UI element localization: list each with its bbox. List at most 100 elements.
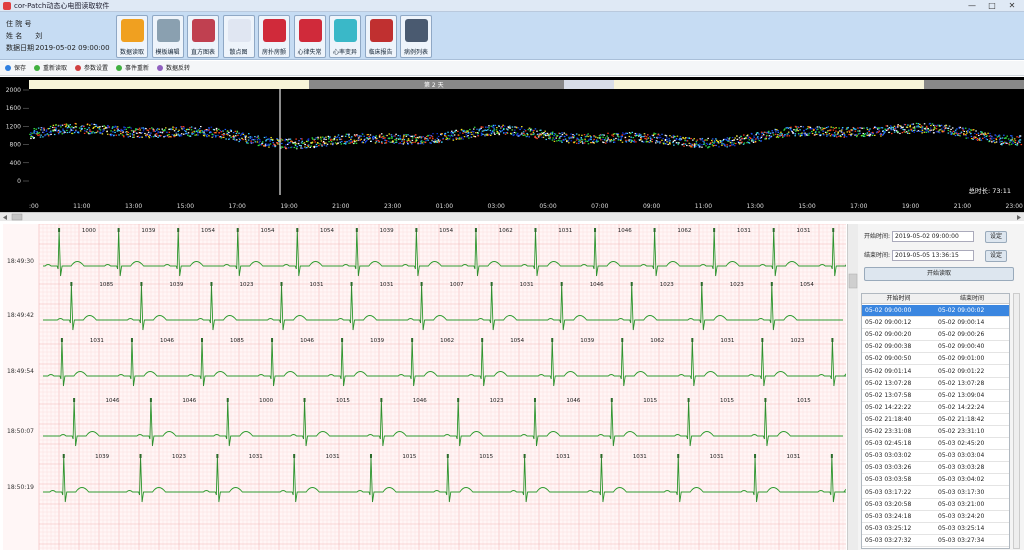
beat-marker[interactable] bbox=[490, 282, 493, 286]
toolbar-button-3[interactable]: 散点图 bbox=[222, 15, 255, 58]
beat-marker[interactable] bbox=[296, 228, 299, 232]
beat-marker[interactable] bbox=[62, 454, 65, 458]
scroll-thumb[interactable] bbox=[11, 213, 23, 221]
start-time-input[interactable]: 2019-05-02 09:00:00 bbox=[892, 231, 975, 242]
beat-marker[interactable] bbox=[560, 282, 563, 286]
ecg-scroll-thumb[interactable] bbox=[848, 273, 858, 289]
beat-marker[interactable] bbox=[594, 228, 597, 232]
table-header-1[interactable]: 结束时间 bbox=[935, 294, 1009, 304]
toolbar-button-8[interactable]: 病例列表 bbox=[400, 15, 432, 58]
menu-item-3[interactable]: 事件重新 bbox=[116, 64, 149, 73]
menu-item-0[interactable]: 保存 bbox=[5, 64, 26, 73]
table-row[interactable]: 05-02 09:00:00 05-02 09:00:02 bbox=[862, 305, 1009, 317]
beat-marker[interactable] bbox=[293, 454, 296, 458]
toolbar-button-1[interactable]: 模板编辑 bbox=[151, 15, 184, 58]
table-header-0[interactable]: 开始时间 bbox=[862, 294, 935, 304]
ecg-strip-panel[interactable]: 1000 1039 1054 1054 1054 1039 1054 1062 1031 1046… bbox=[3, 224, 846, 550]
beat-marker[interactable] bbox=[280, 282, 283, 286]
table-row[interactable]: 05-03 03:03:58 05-03 03:04:02 bbox=[862, 474, 1009, 487]
beat-marker[interactable] bbox=[446, 454, 449, 458]
beat-marker[interactable] bbox=[355, 228, 358, 232]
table-row[interactable]: 05-03 03:03:26 05-03 03:03:28 bbox=[862, 462, 1009, 475]
beat-marker[interactable] bbox=[653, 228, 656, 232]
toolbar-button-7[interactable]: 临床报告 bbox=[364, 15, 397, 58]
maximize-button[interactable]: □ bbox=[984, 1, 1000, 10]
table-scrollbar[interactable] bbox=[1013, 293, 1020, 549]
toolbar-button-5[interactable]: 心律失常 bbox=[293, 15, 326, 58]
beat-marker[interactable] bbox=[341, 338, 344, 342]
beat-marker[interactable] bbox=[700, 282, 703, 286]
beat-marker[interactable] bbox=[600, 454, 603, 458]
beat-marker[interactable] bbox=[832, 228, 835, 232]
table-row[interactable]: 05-02 21:18:40 05-02 21:18:42 bbox=[862, 414, 1009, 426]
beat-marker[interactable] bbox=[457, 398, 460, 402]
beat-marker[interactable] bbox=[236, 228, 239, 232]
table-row[interactable]: 05-03 03:17:22 05-03 03:17:30 bbox=[862, 487, 1009, 499]
beat-marker[interactable] bbox=[677, 454, 680, 458]
start-set-button[interactable]: 设定 bbox=[985, 231, 1007, 243]
toolbar-button-6[interactable]: 心率变异 bbox=[329, 15, 361, 58]
beat-marker[interactable] bbox=[117, 228, 120, 232]
beat-marker[interactable] bbox=[350, 282, 353, 286]
overview-trend-plot[interactable]: 第 2 天 09:00 11:00 13:00 15:00 17:00 19:00 21:00… bbox=[29, 77, 1024, 212]
beat-marker[interactable] bbox=[533, 398, 536, 402]
start-read-button[interactable]: 开始读取 bbox=[864, 267, 1014, 281]
beat-marker[interactable] bbox=[610, 398, 613, 402]
table-row[interactable]: 05-03 03:25:12 05-03 03:25:14 bbox=[862, 523, 1009, 535]
end-set-button[interactable]: 设定 bbox=[985, 250, 1007, 262]
table-row[interactable]: 05-02 09:00:50 05-02 09:01:00 bbox=[862, 353, 1009, 366]
beat-marker[interactable] bbox=[201, 338, 203, 342]
table-row[interactable]: 05-02 09:00:20 05-02 09:00:26 bbox=[862, 329, 1009, 342]
beat-marker[interactable] bbox=[764, 398, 767, 402]
beat-marker[interactable] bbox=[149, 398, 152, 402]
toolbar-button-2[interactable]: 直方图表 bbox=[187, 15, 219, 58]
beat-marker[interactable] bbox=[691, 338, 694, 342]
scroll-right-icon[interactable] bbox=[1017, 215, 1021, 220]
beat-marker[interactable] bbox=[70, 282, 73, 286]
beat-marker[interactable] bbox=[481, 338, 484, 342]
table-row[interactable]: 05-03 03:20:58 05-03 03:21:00 bbox=[862, 499, 1009, 511]
beat-marker[interactable] bbox=[369, 454, 372, 458]
table-row[interactable]: 05-03 03:27:32 05-03 03:27:34 bbox=[862, 535, 1009, 547]
beat-marker[interactable] bbox=[58, 228, 61, 232]
table-row[interactable]: 05-03 03:24:18 05-03 03:24:20 bbox=[862, 511, 1009, 523]
beat-marker[interactable] bbox=[271, 338, 274, 342]
table-row[interactable]: 05-02 09:00:12 05-02 09:00:14 bbox=[862, 317, 1009, 330]
table-row[interactable]: 05-03 03:03:02 05-03 03:03:04 bbox=[862, 450, 1009, 463]
menu-item-2[interactable]: 参数设置 bbox=[75, 64, 108, 73]
table-row[interactable]: 05-02 13:07:58 05-02 13:09:04 bbox=[862, 390, 1009, 402]
minimize-button[interactable]: — bbox=[964, 1, 980, 10]
beat-marker[interactable] bbox=[770, 282, 773, 286]
beat-marker[interactable] bbox=[226, 398, 229, 402]
beat-marker[interactable] bbox=[754, 454, 757, 458]
table-row[interactable]: 05-02 13:07:28 05-02 13:07:28 bbox=[862, 378, 1009, 390]
overview-horizontal-scrollbar[interactable] bbox=[0, 212, 1024, 221]
ecg-vertical-scrollbar[interactable] bbox=[847, 224, 858, 550]
table-row[interactable]: 05-02 09:00:38 05-02 09:00:40 bbox=[862, 341, 1009, 354]
beat-marker[interactable] bbox=[630, 282, 633, 286]
beat-marker[interactable] bbox=[761, 338, 764, 342]
menu-item-4[interactable]: 数据反转 bbox=[157, 64, 190, 73]
beat-marker[interactable] bbox=[687, 398, 690, 402]
close-button[interactable]: ✕ bbox=[1004, 1, 1020, 10]
beat-marker[interactable] bbox=[216, 454, 219, 458]
beat-marker[interactable] bbox=[551, 338, 554, 342]
table-row[interactable]: 05-02 23:31:08 05-02 23:31:10 bbox=[862, 426, 1009, 438]
beat-marker[interactable] bbox=[415, 228, 418, 232]
beat-marker[interactable] bbox=[534, 228, 537, 232]
beat-marker[interactable] bbox=[60, 338, 63, 342]
table-row[interactable]: 05-02 09:01:14 05-02 09:01:22 bbox=[862, 366, 1009, 378]
scroll-left-icon[interactable] bbox=[3, 215, 7, 220]
beat-marker[interactable] bbox=[523, 454, 526, 458]
beat-marker[interactable] bbox=[140, 282, 143, 286]
toolbar-button-4[interactable]: 房扑房颤 bbox=[258, 15, 290, 58]
beat-marker[interactable] bbox=[177, 228, 180, 232]
end-time-input[interactable]: 2019-05-05 13:36:15 bbox=[892, 250, 975, 261]
beat-marker[interactable] bbox=[303, 398, 306, 402]
beat-marker[interactable] bbox=[420, 282, 423, 286]
beat-marker[interactable] bbox=[210, 282, 213, 286]
beat-marker[interactable] bbox=[831, 338, 834, 342]
heart-rate-overview[interactable]: 2000 1600 1200 800 400 0 第 2 天 09:00 11:00 13:00… bbox=[0, 77, 1024, 212]
table-row[interactable]: 05-03 02:45:18 05-03 02:45:20 bbox=[862, 438, 1009, 451]
beat-marker[interactable] bbox=[73, 398, 76, 402]
